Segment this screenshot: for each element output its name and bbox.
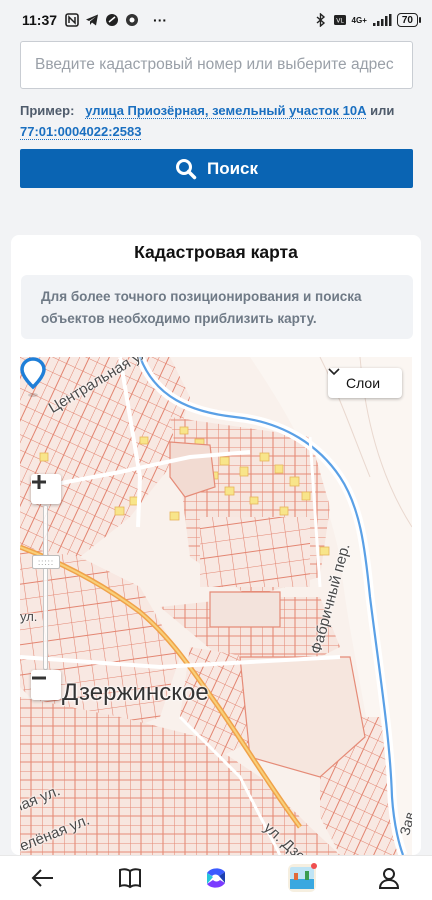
map-pin-icon[interactable] [20, 357, 46, 401]
app-circle-icon [105, 13, 119, 27]
search-button[interactable]: Поиск [20, 149, 413, 188]
map-card: Кадастровая карта Для более точного пози… [11, 235, 421, 855]
cadastral-search-input[interactable] [20, 41, 413, 89]
bottom-navigation [0, 855, 432, 900]
network-type: 4G+ [351, 15, 367, 25]
telegram-icon [85, 13, 99, 27]
nav-game-button[interactable] [282, 858, 322, 898]
app-logo-icon [201, 863, 231, 893]
back-icon [31, 868, 55, 888]
search-example: Пример: улица Приозёрная, земельный учас… [20, 100, 415, 142]
search-section: Пример: улица Приозёрная, земельный учас… [0, 40, 432, 216]
map-zoom-notice: Для более точного позиционирования и пои… [21, 275, 413, 339]
nav-back-button[interactable] [23, 858, 63, 898]
map-label-city: Дзержинское [62, 679, 209, 706]
map-label-left-fragment: ул. [20, 609, 38, 624]
layers-button[interactable]: Слои [328, 368, 402, 398]
cadastral-map[interactable]: Центральная ул. Фабричный пер. Дзержинск… [20, 357, 412, 855]
search-button-label: Поиск [206, 158, 259, 178]
more-notifications-icon: ··· [153, 12, 168, 28]
vibrate-icon: VL [333, 13, 347, 27]
svg-text:VL: VL [336, 18, 344, 25]
example-label: Пример: [20, 103, 75, 118]
status-time: 11:37 [22, 12, 58, 28]
map-background [20, 357, 412, 855]
nav-bookmarks-button[interactable] [110, 858, 150, 898]
example-address-link[interactable]: улица Приозёрная, земельный участок 10А [85, 103, 367, 119]
nav-app-button[interactable] [196, 858, 236, 898]
layers-button-label: Слои [345, 375, 381, 391]
app-circle-icon-2 [125, 13, 139, 27]
status-bar: 11:37 ··· VL 4G+ 70 [0, 0, 432, 40]
profile-icon [377, 866, 401, 890]
example-number-link[interactable]: 77:01:0004022:2583 [20, 124, 142, 140]
zoom-in-button[interactable] [31, 474, 61, 504]
bluetooth-icon [314, 13, 328, 27]
signal-icon [372, 13, 392, 27]
battery-indicator: 70 [396, 13, 422, 27]
nfc-icon [65, 13, 79, 27]
nav-profile-button[interactable] [369, 858, 409, 898]
zoom-out-button[interactable] [31, 670, 61, 700]
zoom-slider-track[interactable] [43, 505, 48, 670]
example-or: или [370, 103, 395, 118]
map-title: Кадастровая карта [134, 242, 298, 262]
zoom-slider-handle[interactable]: ::::: [32, 555, 60, 569]
book-icon [118, 867, 142, 889]
search-icon [175, 158, 197, 180]
